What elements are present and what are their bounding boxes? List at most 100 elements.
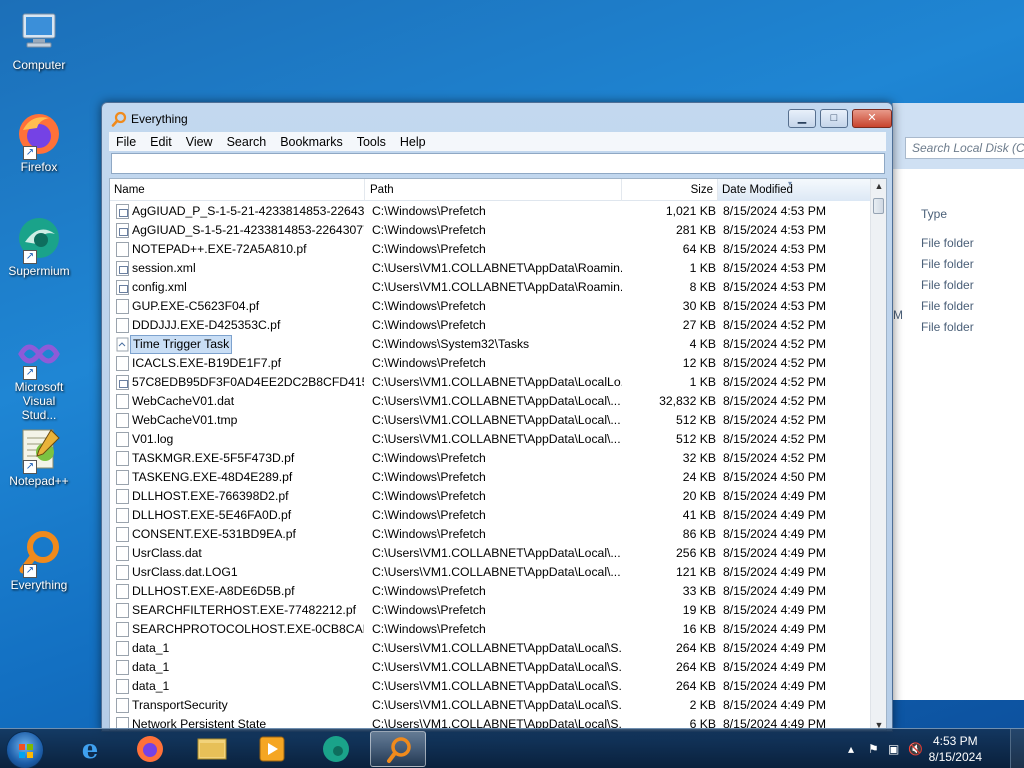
result-row[interactable]: WebCacheV01.tmp C:\Users\VM1.COLLABNET\Ap… <box>110 411 872 430</box>
explorer-search-input[interactable]: Search Local Disk (C:) <box>905 137 1024 159</box>
file-date-modified: 8/15/2024 4:49 PM <box>723 527 826 541</box>
file-name: V01.log <box>132 432 174 446</box>
result-row[interactable]: ICACLS.EXE-B19DE1F7.pf C:\Windows\Prefetc… <box>110 354 872 373</box>
media-player-icon[interactable] <box>244 731 300 767</box>
minimize-button[interactable]: ▁ <box>788 109 816 128</box>
file-path: C:\Users\VM1.COLLABNET\AppData\Local\S..… <box>372 698 622 712</box>
result-row[interactable]: WebCacheV01.dat C:\Users\VM1.COLLABNET\Ap… <box>110 392 872 411</box>
close-button[interactable]: ✕ <box>852 109 892 128</box>
result-row[interactable]: SEARCHFILTERHOST.EXE-77482212.pf C:\Windo… <box>110 601 872 620</box>
file-size: 12 KB <box>682 356 716 370</box>
file-path: C:\Windows\Prefetch <box>372 470 486 484</box>
result-row[interactable]: NOTEPAD++.EXE-72A5A810.pf C:\Windows\Pref… <box>110 240 872 259</box>
results-list[interactable]: Name Path Size ▾ Date Modified AgGIUAD_P… <box>109 178 887 731</box>
result-row[interactable]: AgGIUAD_S-1-5-21-4233814853-22643077... C… <box>110 221 872 240</box>
file-name: data_1 <box>132 641 170 655</box>
result-row[interactable]: UsrClass.dat.LOG1 C:\Users\VM1.COLLABNET\… <box>110 563 872 582</box>
file-name: SEARCHFILTERHOST.EXE-77482212.pf <box>132 603 356 617</box>
file-name: AgGIUAD_P_S-1-5-21-4233814853-226430... <box>132 204 364 218</box>
result-row[interactable]: CONSENT.EXE-531BD9EA.pf C:\Windows\Prefet… <box>110 525 872 544</box>
shortcut-arrow-icon: ↗ <box>23 146 37 160</box>
type-cell: File folder <box>921 278 974 292</box>
scroll-up-arrow-icon[interactable]: ▲ <box>871 181 886 191</box>
result-row[interactable]: UsrClass.dat C:\Users\VM1.COLLABNET\AppDa… <box>110 544 872 563</box>
file-path: C:\Users\VM1.COLLABNET\AppData\Local\... <box>372 413 621 427</box>
desktop-icon-firefox[interactable]: ↗ Firefox <box>4 110 74 174</box>
type-cell: File folder <box>921 299 974 313</box>
vertical-scrollbar[interactable]: ▲ ▼ <box>870 179 886 730</box>
menu-file[interactable]: File <box>109 135 143 149</box>
file-path: C:\Users\VM1.COLLABNET\AppData\Local\S..… <box>372 660 622 674</box>
file-size: 86 KB <box>682 527 716 541</box>
file-date-modified: 8/15/2024 4:52 PM <box>723 356 826 370</box>
action-center-flag-icon[interactable]: ⚑ <box>868 742 879 756</box>
title-bar[interactable]: Everything ▁ □ ✕ <box>102 103 892 131</box>
desktop-icon-visual-studio[interactable]: ↗ Microsoft Visual Stud... <box>4 330 74 422</box>
result-row[interactable]: AgGIUAD_P_S-1-5-21-4233814853-226430... C… <box>110 202 872 221</box>
desktop-icon-supermium[interactable]: ↗ Supermium <box>4 214 74 278</box>
show-desktop-button[interactable] <box>1010 729 1024 768</box>
file-size: 2 KB <box>689 698 716 712</box>
result-row[interactable]: Time Trigger Task C:\Windows\System32\Tas… <box>110 335 872 354</box>
menu-view[interactable]: View <box>179 135 220 149</box>
scroll-thumb[interactable] <box>873 198 884 214</box>
menu-tools[interactable]: Tools <box>350 135 393 149</box>
everything-window[interactable]: Everything ▁ □ ✕ File Edit View Search B… <box>101 102 893 732</box>
file-date-modified: 8/15/2024 4:53 PM <box>723 223 826 237</box>
result-row[interactable]: config.xml C:\Users\VM1.COLLABNET\AppData… <box>110 278 872 297</box>
result-row[interactable]: DLLHOST.EXE-A8DE6D5B.pf C:\Windows\Prefet… <box>110 582 872 601</box>
result-row[interactable]: session.xml C:\Users\VM1.COLLABNET\AppDat… <box>110 259 872 278</box>
result-row[interactable]: SEARCHPROTOCOLHOST.EXE-0CB8CADE... C:\Win… <box>110 620 872 639</box>
file-date-modified: 8/15/2024 4:49 PM <box>723 622 826 636</box>
menu-bookmarks[interactable]: Bookmarks <box>273 135 350 149</box>
show-hidden-icons-icon[interactable]: ▴ <box>848 742 854 756</box>
result-row[interactable]: V01.log C:\Users\VM1.COLLABNET\AppData\Lo… <box>110 430 872 449</box>
result-row[interactable]: GUP.EXE-C5623F04.pf C:\Windows\Prefetch 30… <box>110 297 872 316</box>
file-size: 41 KB <box>682 508 716 522</box>
result-row[interactable]: DLLHOST.EXE-5E46FA0D.pf C:\Windows\Prefet… <box>110 506 872 525</box>
result-row[interactable]: TransportSecurity C:\Users\VM1.COLLABNET\… <box>110 696 872 715</box>
clock[interactable]: 4:53 PM 8/15/2024 <box>929 733 982 765</box>
menu-help[interactable]: Help <box>393 135 433 149</box>
menu-edit[interactable]: Edit <box>143 135 179 149</box>
column-header-name[interactable]: Name <box>110 179 365 201</box>
result-row[interactable]: DDDJJJ.EXE-D425353C.pf C:\Windows\Prefetc… <box>110 316 872 335</box>
result-row[interactable]: data_1 C:\Users\VM1.COLLABNET\AppData\Loc… <box>110 658 872 677</box>
file-path: C:\Users\VM1.COLLABNET\AppData\Local\... <box>372 394 621 408</box>
firefox-icon[interactable] <box>122 731 178 767</box>
file-size: 24 KB <box>682 470 716 484</box>
file-name: WebCacheV01.tmp <box>132 413 238 427</box>
menu-search[interactable]: Search <box>220 135 274 149</box>
file-icon <box>116 394 129 409</box>
result-row[interactable]: TASKENG.EXE-48D4E289.pf C:\Windows\Prefet… <box>110 468 872 487</box>
file-path: C:\Windows\Prefetch <box>372 584 486 598</box>
internet-explorer-icon[interactable]: e <box>62 731 118 767</box>
file-icon <box>116 451 129 466</box>
result-row[interactable]: data_1 C:\Users\VM1.COLLABNET\AppData\Loc… <box>110 677 872 696</box>
file-icon <box>116 508 129 523</box>
search-input[interactable] <box>111 153 885 174</box>
supermium-icon[interactable] <box>308 731 364 767</box>
start-button[interactable] <box>6 731 44 768</box>
result-row[interactable]: DLLHOST.EXE-766398D2.pf C:\Windows\Prefet… <box>110 487 872 506</box>
column-header-date-modified[interactable]: ▾ Date Modified <box>718 179 872 201</box>
column-header-type[interactable]: Type <box>921 207 947 221</box>
file-explorer-icon[interactable] <box>184 731 240 767</box>
column-header-size[interactable]: Size <box>622 179 718 201</box>
column-header-path[interactable]: Path <box>366 179 622 201</box>
file-date-modified: 8/15/2024 4:53 PM <box>723 261 826 275</box>
computer-icon <box>15 8 63 56</box>
network-icon[interactable]: ▣ <box>888 742 899 756</box>
desktop-icon-everything[interactable]: ↗ Everything <box>4 528 74 592</box>
background-explorer-window[interactable]: Search Local Disk (C:) M Type File folde… <box>892 103 1024 700</box>
everything-icon[interactable] <box>370 731 426 767</box>
file-icon <box>116 584 129 599</box>
volume-muted-icon[interactable]: 🔇 <box>908 742 923 756</box>
result-row[interactable]: 57C8EDB95DF3F0AD4EE2DC2B8CFD4157 C:\Users… <box>110 373 872 392</box>
result-row[interactable]: TASKMGR.EXE-5F5F473D.pf C:\Windows\Prefet… <box>110 449 872 468</box>
desktop-icon-notepadpp[interactable]: ↗ Notepad++ <box>4 424 74 488</box>
result-row[interactable]: data_1 C:\Users\VM1.COLLABNET\AppData\Loc… <box>110 639 872 658</box>
file-name: 57C8EDB95DF3F0AD4EE2DC2B8CFD4157 <box>132 375 364 389</box>
maximize-button[interactable]: □ <box>820 109 848 128</box>
desktop-icon-computer[interactable]: Computer <box>4 8 74 72</box>
